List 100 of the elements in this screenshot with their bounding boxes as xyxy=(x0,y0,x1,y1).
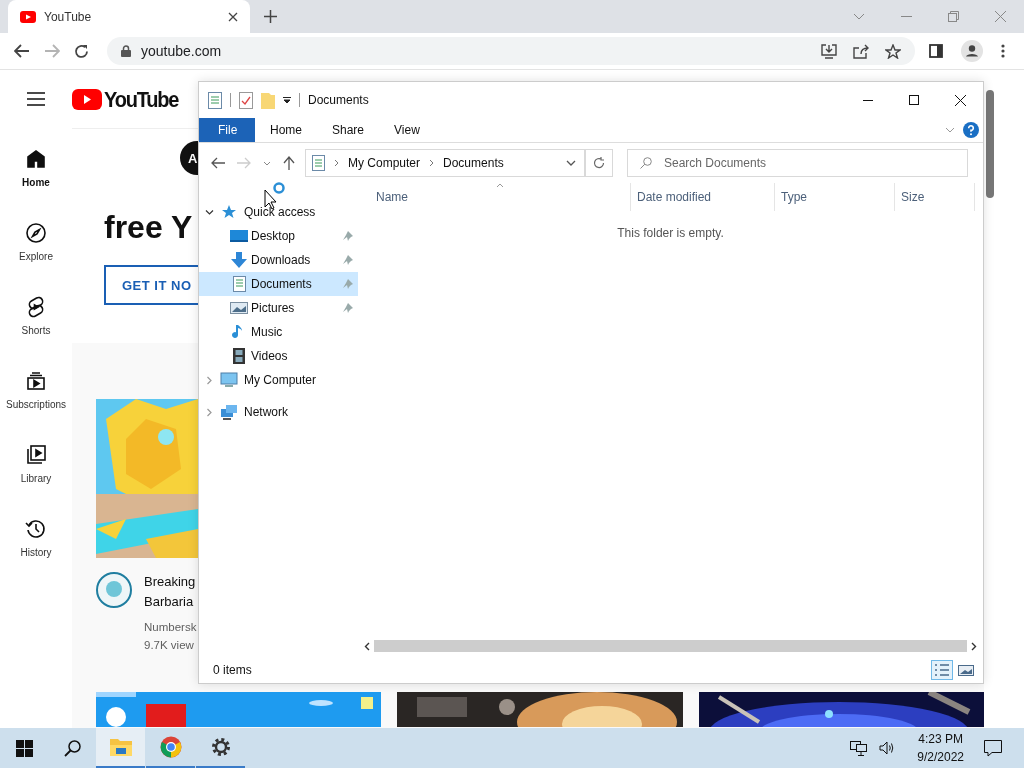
chevron-right-icon[interactable] xyxy=(334,159,339,167)
desktop-icon xyxy=(230,228,248,244)
address-bar[interactable]: youtube.com xyxy=(107,37,915,65)
play-logo-icon[interactable] xyxy=(72,88,102,110)
plus-icon[interactable] xyxy=(264,10,277,23)
pictures-icon xyxy=(230,300,248,316)
url-text: youtube.com xyxy=(141,43,222,59)
clock-date: 9/2/2022 xyxy=(917,749,964,766)
breadcrumb[interactable]: Documents xyxy=(443,156,504,170)
star-icon[interactable] xyxy=(885,43,901,59)
ribbon-tab[interactable]: View xyxy=(379,118,435,142)
menu-icon[interactable] xyxy=(27,92,45,106)
chevron-icon[interactable] xyxy=(205,207,214,217)
share-icon[interactable] xyxy=(853,43,869,59)
clock[interactable]: 4:23 PM 9/2/2022 xyxy=(917,730,964,766)
videos-icon xyxy=(230,348,248,364)
nav-item[interactable]: Desktop xyxy=(199,224,358,248)
play-logo-icon xyxy=(20,10,36,23)
subscriptions-icon xyxy=(24,369,48,393)
window-title: Documents xyxy=(308,93,369,107)
history-icon xyxy=(24,517,48,541)
tab-title: YouTube xyxy=(44,9,93,24)
nav-item[interactable]: My Computer xyxy=(199,368,358,392)
close-icon xyxy=(954,94,966,106)
document-icon[interactable] xyxy=(208,91,222,109)
install-icon[interactable] xyxy=(821,43,837,59)
search-field[interactable]: Search Documents xyxy=(627,149,968,177)
scrollbar-thumb[interactable] xyxy=(986,90,994,198)
back-icon[interactable] xyxy=(14,44,30,58)
search-icon xyxy=(640,157,652,169)
banner-heading: free Y xyxy=(104,209,193,245)
scroll-left-icon[interactable] xyxy=(364,641,370,651)
downloads-icon xyxy=(230,252,248,268)
nav-item[interactable]: Music xyxy=(199,320,358,344)
sidebar-item[interactable]: Explore xyxy=(0,204,72,278)
search-icon xyxy=(63,739,81,757)
document-icon xyxy=(312,155,325,171)
ribbon-tab[interactable]: Home xyxy=(255,118,317,142)
dropdown-icon[interactable] xyxy=(283,96,291,104)
breadcrumb[interactable]: My Computer xyxy=(348,156,421,170)
profile-icon[interactable] xyxy=(961,40,983,62)
sidebar-item[interactable]: Home xyxy=(0,130,72,204)
ribbon-tab[interactable]: Share xyxy=(317,118,380,142)
scrollbar-thumb[interactable] xyxy=(374,640,967,652)
get-it-now-button[interactable]: GET IT NO xyxy=(104,265,198,305)
column-header[interactable]: Type xyxy=(775,183,895,211)
refresh-icon xyxy=(593,157,605,169)
chevron-right-icon[interactable] xyxy=(429,159,435,167)
column-header[interactable]: Name xyxy=(358,183,631,211)
scroll-right-icon[interactable] xyxy=(971,641,977,651)
search-input[interactable]: Search Documents xyxy=(662,155,967,171)
sort-caret-icon xyxy=(496,183,504,188)
file-menu-tab[interactable]: File xyxy=(199,118,255,142)
refresh-button[interactable] xyxy=(585,149,613,177)
chevron-down-icon[interactable] xyxy=(263,160,271,166)
clock-time: 4:23 PM xyxy=(918,731,963,748)
channel-avatar[interactable] xyxy=(96,572,132,608)
volume-icon[interactable] xyxy=(879,741,896,755)
explore-icon xyxy=(24,221,48,245)
item-count: 0 items xyxy=(213,663,252,677)
close-icon[interactable] xyxy=(228,11,238,22)
image-icon xyxy=(958,663,974,677)
sidebar-item[interactable]: History xyxy=(0,500,72,574)
column-header[interactable]: Date modified xyxy=(631,183,775,211)
nav-item[interactable]: Videos xyxy=(199,344,358,368)
details-view-button[interactable] xyxy=(931,660,953,680)
nav-item[interactable]: Pictures xyxy=(199,296,358,320)
address-bar[interactable]: My Computer Documents xyxy=(305,149,585,177)
side-panel-icon[interactable] xyxy=(929,44,943,58)
home-icon xyxy=(24,147,48,171)
nav-item[interactable]: Downloads xyxy=(199,248,358,272)
notifications-icon[interactable] xyxy=(984,739,1002,757)
quick-access-icon xyxy=(220,204,238,220)
chevron-down-icon[interactable] xyxy=(566,160,576,166)
column-header[interactable]: Size xyxy=(895,183,975,211)
video-title[interactable]: Breaking xyxy=(144,572,197,592)
documents-icon xyxy=(230,276,248,292)
properties-icon[interactable] xyxy=(239,91,253,109)
restore-icon[interactable] xyxy=(948,11,959,22)
logo-text[interactable]: YouTube xyxy=(104,86,179,112)
channel-name[interactable]: Numbersk xyxy=(144,618,197,636)
reload-icon[interactable] xyxy=(74,43,89,59)
help-icon[interactable] xyxy=(963,122,979,138)
sidebar-item[interactable]: Subscriptions xyxy=(0,352,72,426)
file-explorer-button[interactable] xyxy=(96,728,145,768)
back-icon[interactable] xyxy=(211,157,225,169)
network-icon[interactable] xyxy=(850,740,868,756)
nav-item[interactable]: Documents xyxy=(199,272,358,296)
browser-tab[interactable]: YouTube xyxy=(8,0,250,33)
nav-item[interactable]: Network xyxy=(199,400,358,424)
up-arrow-icon[interactable] xyxy=(283,156,295,170)
video-title[interactable]: Barbaria xyxy=(144,592,197,612)
nav-item[interactable]: Quick access xyxy=(199,200,358,224)
view-count: 9.7K view xyxy=(144,638,195,653)
network-icon xyxy=(220,404,238,420)
folder-icon xyxy=(109,737,132,757)
menu-icon[interactable] xyxy=(1001,44,1005,58)
sidebar-item[interactable]: Library xyxy=(0,426,72,500)
sidebar-item[interactable]: Shorts xyxy=(0,278,72,352)
avatar-chip[interactable]: A xyxy=(180,141,198,175)
